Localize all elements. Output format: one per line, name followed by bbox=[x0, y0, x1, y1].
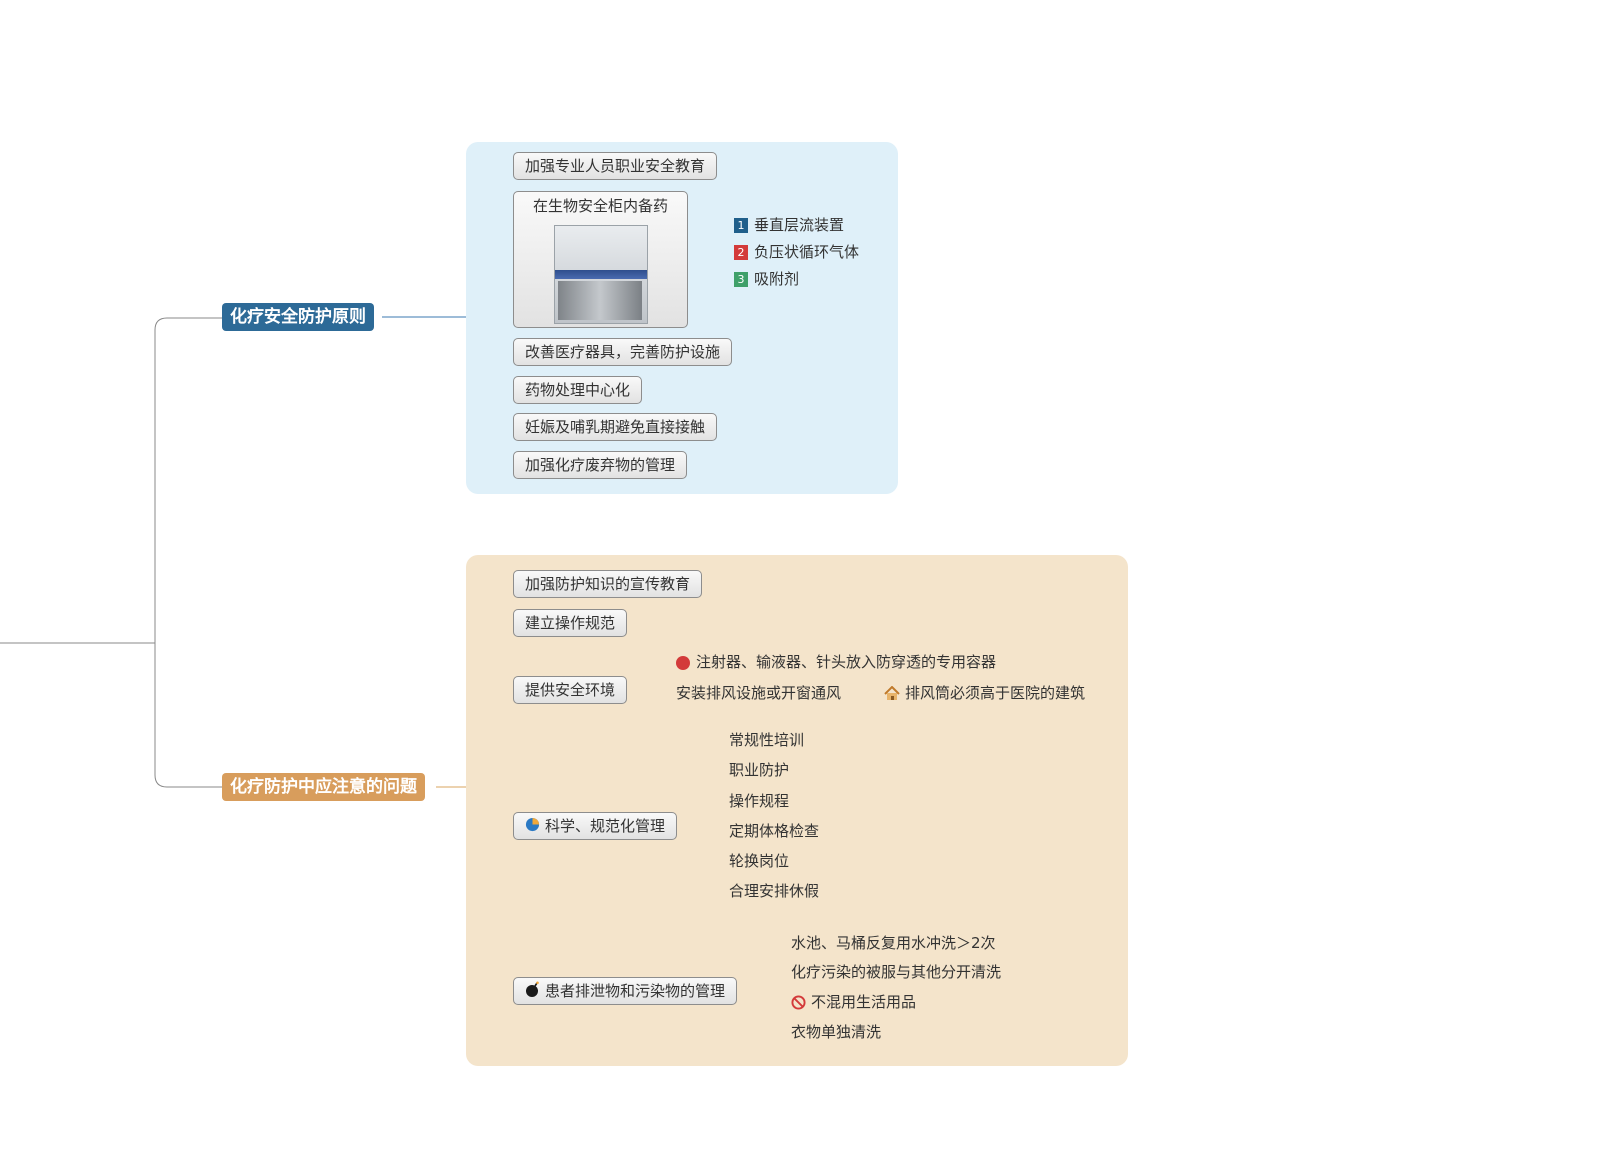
topic-label: 药物处理中心化 bbox=[525, 381, 631, 399]
subtopic-arrange-leave[interactable]: 合理安排休假 bbox=[729, 879, 819, 903]
syringe-icon bbox=[676, 655, 690, 670]
subtopic-label: 化疗污染的被服与其他分开清洗 bbox=[791, 963, 1002, 981]
main-topic-label: 化疗安全防护原则 bbox=[230, 307, 366, 327]
topic-scientific-management[interactable]: 科学、规范化管理 bbox=[513, 812, 678, 840]
topic-label: 改善医疗器具，完善防护设施 bbox=[525, 343, 721, 361]
main-topic-precautions[interactable]: 化疗防护中应注意的问题 bbox=[222, 773, 425, 801]
subtopic-label: 排风筒必须高于医院的建筑 bbox=[905, 684, 1086, 702]
topic-waste-management[interactable]: 加强化疗废弃物的管理 bbox=[513, 451, 688, 479]
topic-pregnancy-avoid-contact[interactable]: 妊娠及哺乳期避免直接接触 bbox=[513, 413, 718, 441]
topic-label: 加强化疗废弃物的管理 bbox=[525, 456, 676, 474]
topic-label: 在生物安全柜内备药 bbox=[532, 197, 668, 215]
subtopic-label: 安装排风设施或开窗通风 bbox=[676, 684, 842, 702]
topic-label: 提供安全环境 bbox=[525, 681, 616, 699]
topic-label: 患者排泄物和污染物的管理 bbox=[545, 982, 726, 1000]
main-topic-safety-principles[interactable]: 化疗安全防护原则 bbox=[222, 303, 374, 331]
subtopic-wash-clothes-separately[interactable]: 衣物单独清洗 bbox=[791, 1020, 881, 1044]
subtopic-label: 合理安排休假 bbox=[729, 882, 820, 900]
number-1-icon: 1 bbox=[734, 218, 748, 233]
subtopic-adsorbent[interactable]: 3 吸附剂 bbox=[734, 267, 799, 291]
subtopic-job-rotation[interactable]: 轮换岗位 bbox=[729, 849, 789, 873]
subtopic-label: 轮换岗位 bbox=[729, 852, 790, 870]
subtopic-flush-twice[interactable]: 水池、马桶反复用水冲洗＞2次 bbox=[791, 931, 996, 955]
subtopic-physical-examination[interactable]: 定期体格检查 bbox=[729, 819, 819, 843]
subtopic-exhaust-higher-than-building[interactable]: 排风筒必须高于医院的建筑 bbox=[884, 681, 1085, 705]
biosafety-cabinet-image bbox=[554, 225, 648, 324]
subtopic-label: 常规性培训 bbox=[729, 731, 805, 749]
topic-professional-safety-education[interactable]: 加强专业人员职业安全教育 bbox=[513, 152, 718, 180]
topic-improve-equipment[interactable]: 改善医疗器具，完善防护设施 bbox=[513, 338, 733, 366]
topic-label: 加强专业人员职业安全教育 bbox=[525, 157, 706, 175]
subtopic-label: 水池、马桶反复用水冲洗＞2次 bbox=[791, 934, 996, 952]
subtopic-label: 定期体格检查 bbox=[729, 822, 820, 840]
pie-chart-icon bbox=[525, 814, 540, 840]
subtopic-no-shared-items[interactable]: 不混用生活用品 bbox=[791, 990, 916, 1014]
subtopic-label: 注射器、输液器、针头放入防穿透的专用容器 bbox=[696, 653, 997, 671]
subtopic-label: 吸附剂 bbox=[754, 270, 800, 288]
topic-label: 科学、规范化管理 bbox=[545, 817, 666, 835]
topic-operating-standards[interactable]: 建立操作规范 bbox=[513, 609, 628, 637]
subtopic-label: 职业防护 bbox=[729, 761, 790, 779]
topic-label: 妊娠及哺乳期避免直接接触 bbox=[525, 418, 706, 436]
subtopic-operating-procedures[interactable]: 操作规程 bbox=[729, 789, 789, 813]
topic-safe-environment[interactable]: 提供安全环境 bbox=[513, 676, 628, 704]
number-2-icon: 2 bbox=[734, 245, 748, 260]
subtopic-negative-pressure-air[interactable]: 2 负压状循环气体 bbox=[734, 240, 859, 264]
main-topic-label: 化疗防护中应注意的问题 bbox=[230, 777, 417, 797]
prohibited-icon bbox=[791, 995, 806, 1010]
subtopic-ventilation[interactable]: 安装排风设施或开窗通风 bbox=[676, 681, 841, 705]
topic-label: 建立操作规范 bbox=[525, 614, 616, 632]
subtopic-label: 不混用生活用品 bbox=[811, 993, 917, 1011]
subtopic-label: 衣物单独清洗 bbox=[791, 1023, 882, 1041]
house-icon bbox=[884, 685, 900, 700]
subtopic-label: 垂直层流装置 bbox=[754, 216, 845, 234]
topic-centralized-drug-handling[interactable]: 药物处理中心化 bbox=[513, 376, 643, 404]
topic-protection-education[interactable]: 加强防护知识的宣传教育 bbox=[513, 570, 703, 598]
subtopic-puncture-proof-container[interactable]: 注射器、输液器、针头放入防穿透的专用容器 bbox=[676, 650, 996, 674]
subtopic-label: 负压状循环气体 bbox=[754, 243, 860, 261]
topic-excreta-management[interactable]: 患者排泄物和污染物的管理 bbox=[513, 977, 738, 1005]
subtopic-regular-training[interactable]: 常规性培训 bbox=[729, 728, 804, 752]
number-3-icon: 3 bbox=[734, 272, 748, 287]
subtopic-occupational-protection[interactable]: 职业防护 bbox=[729, 758, 789, 782]
subtopic-separate-laundry[interactable]: 化疗污染的被服与其他分开清洗 bbox=[791, 960, 1001, 984]
subtopic-label: 操作规程 bbox=[729, 792, 790, 810]
topic-label: 加强防护知识的宣传教育 bbox=[525, 575, 691, 593]
topic-biosafety-cabinet[interactable]: 在生物安全柜内备药 bbox=[513, 191, 688, 328]
bomb-icon bbox=[525, 979, 540, 1005]
subtopic-vertical-laminar-flow[interactable]: 1 垂直层流装置 bbox=[734, 213, 844, 237]
